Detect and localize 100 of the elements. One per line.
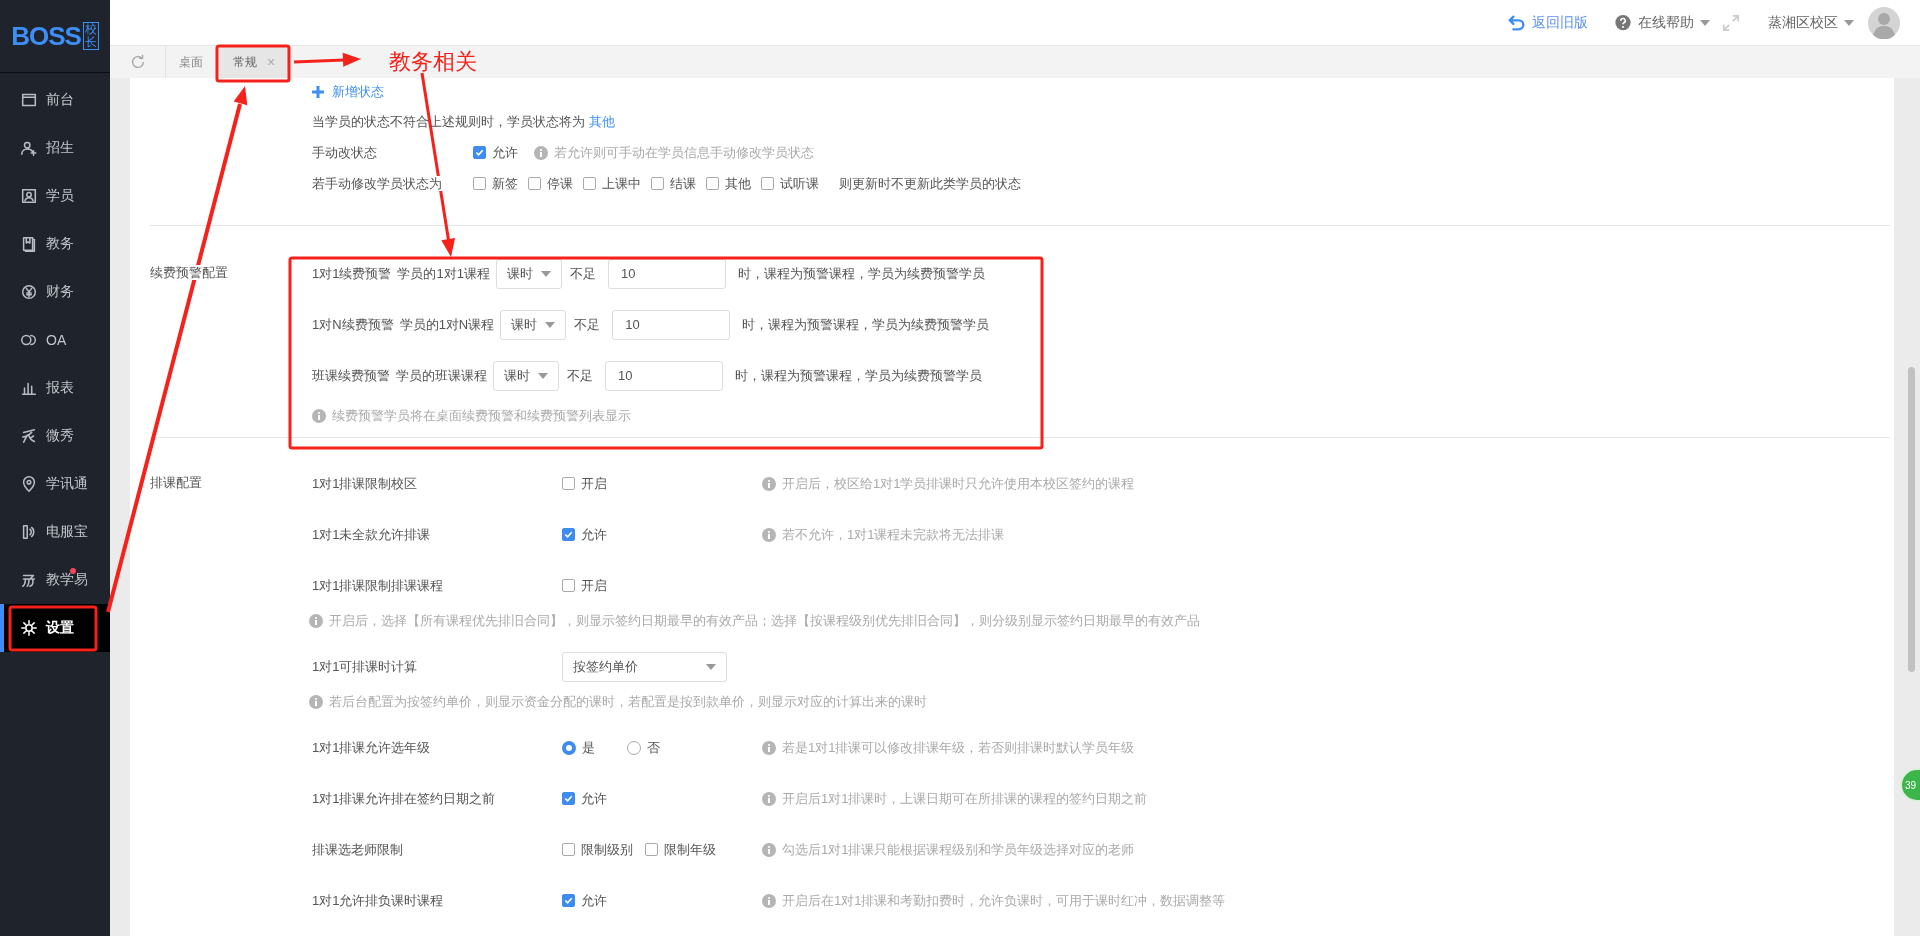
hint-text: 开启后1对1排课时，上课日期可在所排课的课程的签约日期之前 — [782, 789, 1148, 808]
warning-name: 班课续费预警 — [312, 366, 390, 385]
radio-button[interactable]: 否 — [627, 738, 660, 757]
sidebar-item[interactable]: 教务 — [0, 220, 110, 268]
caret-icon — [545, 321, 556, 328]
menu-icon — [20, 475, 38, 493]
caret-icon — [1844, 19, 1854, 26]
checkbox[interactable]: 允许 — [562, 891, 607, 910]
note-text: 续费预警学员将在桌面续费预警和续费预警列表显示 — [332, 407, 631, 425]
section-title: 续费预警配置 — [150, 265, 228, 280]
section-title: 排课配置 — [149, 474, 203, 492]
field-label: 手动改状态 — [312, 143, 378, 162]
info-icon — [309, 614, 323, 628]
checkbox[interactable]: 结课 — [651, 174, 696, 193]
threshold-input[interactable]: 10 — [607, 258, 726, 289]
calculation-select[interactable]: 按签约单价 — [562, 651, 727, 682]
sidebar-item[interactable]: OA — [0, 316, 110, 364]
hint-text: 勾选后1对1排课只能根据课程级别和学员年级选择对应的老师 — [782, 840, 1135, 859]
caret-icon — [538, 372, 548, 379]
caret-icon — [706, 663, 716, 670]
course-text: 学员的班课课程 — [396, 366, 487, 385]
setting-label: 排课选老师限制 — [312, 840, 404, 859]
hint-text: 若允许则可手动在学员信息手动修改学员状态 — [554, 143, 814, 162]
setting-label: 1对1允许排负课时课程 — [312, 891, 445, 910]
menu-icon — [20, 235, 38, 253]
info-icon — [762, 476, 776, 491]
warning-name: 1对N续费预警 — [312, 315, 394, 334]
setting-label: 1对1排课限制排课课程 — [312, 576, 445, 595]
checkbox[interactable]: 新签 — [473, 174, 518, 193]
sidebar-item[interactable]: 财务 — [0, 268, 110, 316]
online-help-menu[interactable]: 在线帮助 — [1638, 13, 1694, 32]
menu-icon — [20, 619, 38, 637]
rule-text: 则更新时不更新此类学员的状态 — [839, 174, 1021, 193]
shortfall-text: 不足 — [569, 264, 596, 283]
checkbox[interactable]: 试听课 — [761, 174, 819, 193]
menu-icon — [20, 91, 38, 109]
setting-label: 1对1排课允许选年级 — [312, 738, 432, 757]
course-text: 学员的1对1课程 — [397, 264, 490, 283]
page-tab[interactable]: 常规 × — [220, 46, 289, 78]
annotation-label: 教务相关 — [389, 48, 477, 76]
info-icon — [762, 842, 776, 857]
sidebar-item[interactable]: 电服宝 — [0, 508, 110, 556]
checkbox[interactable]: 开启 — [562, 474, 607, 493]
sidebar-item[interactable]: 招生 — [0, 124, 110, 172]
sidebar-item[interactable]: 学员 — [0, 172, 110, 220]
plus-icon — [312, 86, 324, 98]
course-text: 学员的1对N课程 — [399, 315, 495, 334]
checkbox[interactable]: 上课中 — [583, 174, 641, 193]
rule-text: 时，课程为预警课程，学员为续费预警学员 — [742, 315, 990, 334]
hint-text: 开启后在1对1排课和考勤扣费时，允许负课时，可用于课时红冲，数据调整等 — [782, 891, 1226, 910]
hint-text: 开启后，校区给1对1学员排课时只允许使用本校区签约的课程 — [782, 474, 1135, 493]
undo-icon — [1508, 13, 1526, 32]
shortfall-text: 不足 — [567, 366, 593, 385]
campus-selector[interactable]: 蒸湘区校区 — [1768, 13, 1838, 32]
sidebar-item[interactable]: 前台 — [0, 76, 110, 124]
checkbox[interactable]: 允许 — [473, 143, 518, 162]
annotation-arrow — [293, 52, 361, 67]
info-icon — [762, 527, 776, 542]
checkbox[interactable]: 开启 — [562, 576, 607, 595]
caret-icon — [540, 270, 551, 277]
menu-icon — [20, 139, 38, 157]
checkbox[interactable]: 其他 — [706, 174, 751, 193]
note-text: 开启后，选择【所有课程优先排旧合同】，则显示签约日期最早的有效产品；选择【按课程级别优先排旧合同】，则分级别显示签约日期最早的有效产品 — [329, 612, 1200, 630]
info-icon — [534, 145, 548, 160]
sidebar-item[interactable]: 教学易 — [0, 556, 110, 604]
scrollbar-thumb[interactable] — [1908, 367, 1915, 672]
menu-icon — [20, 283, 38, 301]
shortfall-text: 不足 — [574, 315, 601, 334]
logo-badge-text: 校长 — [82, 21, 99, 51]
setting-label: 1对1未全款允许排课 — [312, 525, 432, 544]
checkbox[interactable]: 限制年级 — [645, 840, 716, 859]
menu-icon — [20, 187, 38, 205]
hint-text: 若是1对1排课可以修改排课年级，若否则排课时默认学员年级 — [782, 738, 1135, 757]
info-icon — [309, 695, 323, 709]
fullscreen-icon[interactable] — [1722, 13, 1740, 32]
radio-button[interactable]: 是 — [562, 738, 595, 757]
unit-select[interactable]: 课时 — [500, 309, 567, 340]
info-icon — [762, 893, 776, 908]
threshold-input[interactable]: 10 — [612, 309, 731, 340]
rule-text: 时，课程为预警课程，学员为续费预警学员 — [737, 264, 985, 283]
sidebar-item[interactable]: 报表 — [0, 364, 110, 412]
checkbox[interactable]: 允许 — [562, 789, 607, 808]
other-status-link[interactable]: 其他 — [588, 113, 615, 129]
setting-label: 1对1排课允许排在签约日期之前 — [312, 789, 497, 808]
caret-icon — [1700, 19, 1710, 26]
threshold-input[interactable]: 10 — [605, 360, 723, 391]
menu-icon — [20, 427, 38, 445]
info-icon — [312, 409, 326, 423]
checkbox[interactable]: 限制级别 — [562, 840, 633, 859]
help-icon — [1614, 13, 1632, 32]
checkbox[interactable]: 允许 — [562, 525, 607, 544]
rule-text: 时，课程为预警课程，学员为续费预警学员 — [735, 366, 982, 385]
info-icon — [762, 740, 776, 755]
logo-text: BOSS — [11, 20, 81, 52]
sidebar-item[interactable]: 学讯通 — [0, 460, 110, 508]
unit-select[interactable]: 课时 — [493, 360, 559, 391]
info-icon — [762, 791, 776, 806]
sidebar-item[interactable]: 微秀 — [0, 412, 110, 460]
checkbox[interactable]: 停课 — [528, 174, 573, 193]
avatar-icon[interactable] — [1868, 6, 1900, 39]
